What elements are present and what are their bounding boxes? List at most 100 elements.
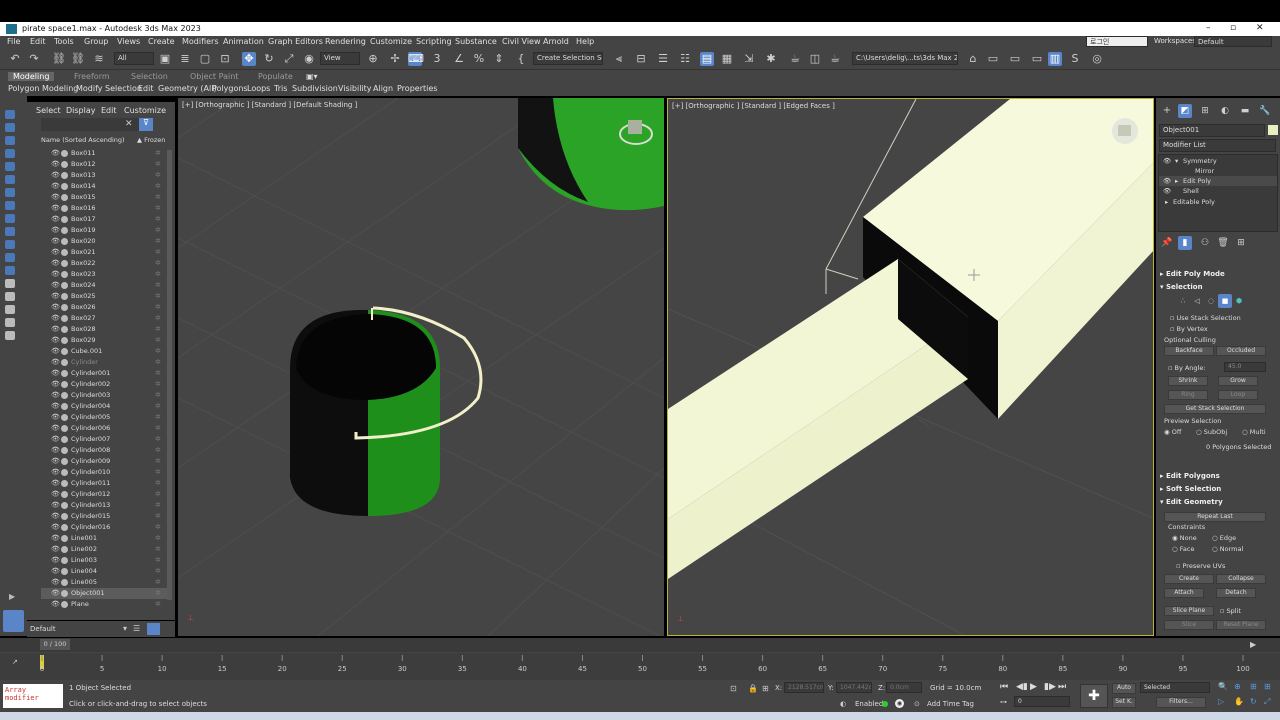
list-item[interactable]: 👁 Cylinder011 ✲ [41,478,172,489]
visibility-eye-icon[interactable]: 👁 [51,467,60,478]
visibility-eye-icon[interactable]: 👁 [51,456,60,467]
visibility-eye-icon[interactable]: 👁 [51,225,60,236]
frozen-toggle-icon[interactable]: ✲ [155,588,161,599]
frozen-toggle-icon[interactable]: ✲ [155,302,161,313]
se-scrollbar[interactable] [167,150,172,600]
frozen-toggle-icon[interactable]: ✲ [155,456,161,467]
ring-button[interactable]: Ring [1168,390,1208,400]
menu-arnold[interactable]: Arnold [543,37,569,46]
menu-civil-view[interactable]: Civil View [502,37,541,46]
collapse-button[interactable]: Collapse [1216,574,1266,584]
adaptive-degradation-icon[interactable]: ◐ [840,700,846,708]
frozen-toggle-icon[interactable]: ✲ [155,192,161,203]
visibility-eye-icon[interactable]: 👁 [51,335,60,346]
ribbon-properties[interactable]: Properties [397,84,437,93]
layer-dropdown-icon[interactable]: ▾ [123,624,127,633]
ribbon-tris[interactable]: Tris [274,84,287,93]
zoom-all-icon[interactable]: ⊕ [1234,682,1241,691]
z-coordinate-field[interactable]: 0.0cm [886,682,922,693]
constraint-edge-radio[interactable]: ○ Edge [1212,534,1236,542]
eye-icon[interactable]: 👁 [1163,177,1171,185]
visibility-eye-icon[interactable]: 👁 [51,445,60,456]
frozen-toggle-icon[interactable]: ✲ [155,291,161,302]
polygon-subobject-icon[interactable]: ■ [1218,294,1232,308]
frozen-toggle-icon[interactable]: ✲ [155,335,161,346]
list-item[interactable]: 👁 Cylinder012 ✲ [41,489,172,500]
time-slider-track[interactable]: 0 / 100 ▶ [0,638,1280,652]
column-name-header[interactable]: Name (Sorted Ascending) [41,136,125,144]
edge-subobject-icon[interactable]: ◁ [1190,294,1204,308]
select-move-icon[interactable]: ✥ [242,52,256,66]
rendered-frame-window-icon[interactable]: ◫ [808,52,822,66]
edit-polygons-rollout[interactable]: ▸ Edit Polygons [1160,472,1220,480]
display-containers-icon[interactable] [5,227,15,236]
ribbon-polygons[interactable]: Polygons [212,84,248,93]
undo-icon[interactable]: ↶ [8,52,22,66]
open-file-icon[interactable]: ▭ [986,52,1000,66]
select-by-name-icon[interactable]: ≣ [178,52,192,66]
stack-editable-poly[interactable]: Editable Poly [1173,198,1215,206]
detach-button[interactable]: Detach [1216,588,1256,598]
frozen-toggle-icon[interactable]: ✲ [155,390,161,401]
remove-modifier-icon[interactable]: 🗑 [1216,236,1230,250]
visibility-eye-icon[interactable]: 👁 [51,478,60,489]
field-of-view-icon[interactable]: ▷ [1218,697,1224,706]
reset-plane-button[interactable]: Reset Plane [1216,620,1266,630]
menu-group[interactable]: Group [84,37,108,46]
scene-explorer-toggle-icon[interactable] [3,610,24,632]
display-none-icon[interactable] [5,279,15,288]
list-item[interactable]: 👁 Cylinder004 ✲ [41,401,172,412]
zoom-icon[interactable]: 🔍 [1218,682,1228,691]
named-selection-dropdown[interactable]: Create Selection Set [533,52,603,65]
ribbon-tab-freeform[interactable]: Freeform [74,72,110,81]
visibility-eye-icon[interactable]: 👁 [51,555,60,566]
frozen-toggle-icon[interactable]: ✲ [155,357,161,368]
frozen-toggle-icon[interactable]: ✲ [155,533,161,544]
maximize-icon[interactable]: ▫ [1230,23,1236,33]
frozen-toggle-icon[interactable]: ✲ [155,467,161,478]
toggle-ribbon-icon[interactable]: ▤ [700,52,714,66]
modifier-list-dropdown[interactable]: Modifier List [1159,139,1276,152]
substance-icon[interactable]: S [1068,52,1082,66]
vertex-subobject-icon[interactable]: ∴ [1176,294,1190,308]
visibility-eye-icon[interactable]: 👁 [51,566,60,577]
prev-frame-icon[interactable]: ◀▮ [1016,682,1028,692]
visibility-eye-icon[interactable]: 👁 [51,324,60,335]
sort-layers-icon[interactable] [147,623,160,635]
frozen-toggle-icon[interactable]: ✲ [155,412,161,423]
selection-filter-dropdown[interactable]: All [114,52,154,65]
menu-tools[interactable]: Tools [54,37,74,46]
ribbon-loops[interactable]: Loops [247,84,270,93]
visibility-eye-icon[interactable]: 👁 [51,489,60,500]
column-frozen-header[interactable]: ▲ Frozen [137,136,165,144]
list-item[interactable]: 👁 Cylinder003 ✲ [41,390,172,401]
use-stack-selection-checkbox[interactable]: ▫ Use Stack Selection [1170,314,1241,322]
minimize-icon[interactable]: – [1206,23,1211,33]
by-angle-checkbox[interactable]: ▫ By Angle: [1168,364,1206,372]
curve-editor-icon[interactable]: ▦ [720,52,734,66]
list-item[interactable]: 👁 Box017 ✲ [41,214,172,225]
frozen-toggle-icon[interactable]: ✲ [155,522,161,533]
x-coordinate-field[interactable]: 2128.517cn [784,682,824,693]
list-item[interactable]: 👁 Box025 ✲ [41,291,172,302]
visibility-eye-icon[interactable]: 👁 [51,390,60,401]
list-item[interactable]: 👁 Box014 ✲ [41,181,172,192]
close-icon[interactable]: ✕ [1256,23,1264,33]
ribbon-options-icon[interactable]: ▣▾ [306,72,318,81]
isolate-selection-icon[interactable]: ⊡ [730,684,737,693]
time-tag-icon[interactable]: ◉ [895,699,904,708]
toggle-layer-explorer-icon[interactable]: ☷ [678,52,692,66]
visibility-eye-icon[interactable]: 👁 [51,247,60,258]
list-item[interactable]: 👁 Box021 ✲ [41,247,172,258]
backface-button[interactable]: Backface [1164,346,1214,356]
preview-multi-radio[interactable]: ○ Multi [1242,428,1266,436]
list-item[interactable]: 👁 Object001 ✲ [41,588,172,599]
slice-plane-button[interactable]: Slice Plane [1164,606,1214,616]
ribbon-tab-object-paint[interactable]: Object Paint [190,72,238,81]
ribbon-subdivision[interactable]: Subdivision [292,84,338,93]
configure-sets-icon[interactable]: ⊞ [1234,236,1248,250]
by-angle-input[interactable]: 45.0 [1224,362,1266,372]
make-unique-icon[interactable]: ⚇ [1198,236,1212,250]
visibility-eye-icon[interactable]: 👁 [51,236,60,247]
ribbon-align[interactable]: Align [373,84,393,93]
